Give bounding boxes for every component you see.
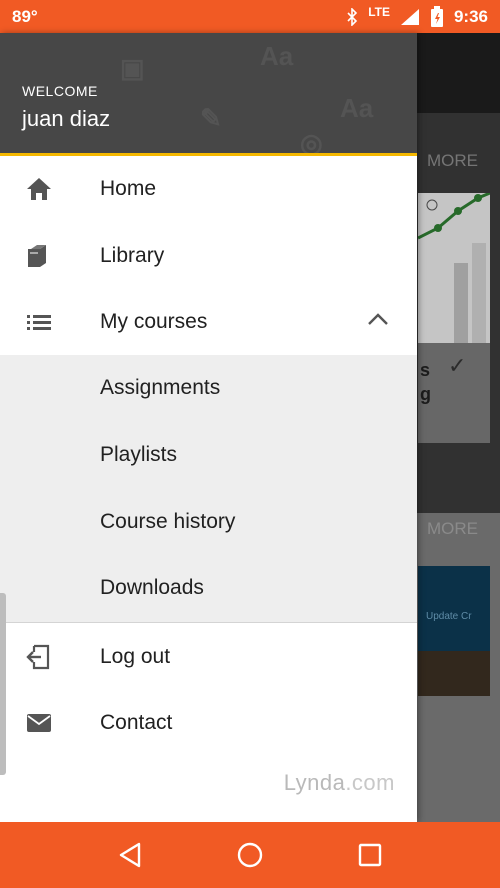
battery-icon — [430, 5, 444, 28]
submenu-label-downloads: Downloads — [100, 576, 204, 599]
submenu-item-downloads[interactable]: Downloads — [0, 555, 417, 621]
menu-label-log-out: Log out — [100, 645, 171, 668]
submenu-item-assignments[interactable]: Assignments — [0, 355, 417, 421]
lynda-logo: Lynda.com — [284, 770, 395, 796]
library-icon — [26, 243, 52, 269]
more-button-2[interactable]: MORE — [427, 519, 478, 539]
home-icon — [26, 176, 52, 202]
navigation-drawer: Aa Aa ▣ ✎ ◎ WELCOME juan diaz Home Libra… — [0, 33, 417, 822]
brand-name: Lynda — [283, 770, 346, 795]
submenu-label-course-history: Course history — [100, 510, 236, 533]
submenu-label-assignments: Assignments — [100, 376, 221, 399]
chevron-up-icon[interactable] — [367, 312, 389, 331]
menu-item-library[interactable]: Library — [0, 223, 417, 289]
home-circle-icon[interactable] — [230, 835, 270, 875]
logout-icon — [26, 644, 52, 670]
menu-label-my-courses: My courses — [100, 310, 208, 333]
menu-item-my-courses[interactable]: My courses — [0, 289, 417, 355]
user-name: juan diaz — [22, 106, 111, 131]
bluetooth-icon — [346, 7, 358, 26]
welcome-label: WELCOME — [22, 83, 98, 99]
drawer-header: Aa Aa ▣ ✎ ◎ WELCOME juan diaz — [0, 33, 417, 153]
clock: 9:36 — [453, 6, 488, 26]
status-bar: 89° LTE 9:36 — [0, 0, 500, 33]
menu-item-contact[interactable]: Contact — [0, 690, 417, 756]
temperature: 89° — [12, 6, 38, 26]
menu-item-log-out[interactable]: Log out — [0, 624, 417, 690]
mail-icon — [26, 710, 52, 736]
back-icon[interactable] — [110, 835, 150, 875]
submenu-label-playlists: Playlists — [100, 443, 178, 466]
submenu-item-course-history[interactable]: Course history — [0, 489, 417, 555]
menu-label-library: Library — [100, 244, 165, 267]
list-icon — [26, 309, 52, 335]
submenu-item-playlists[interactable]: Playlists — [0, 422, 417, 488]
menu-label-home: Home — [100, 177, 157, 200]
brand-domain: .com — [345, 770, 395, 795]
recents-icon[interactable] — [350, 835, 390, 875]
menu-label-contact: Contact — [100, 711, 173, 734]
divider — [0, 622, 417, 623]
drawer-edge-handle[interactable] — [0, 593, 6, 775]
my-courses-submenu: Assignments Playlists Course history Dow… — [0, 355, 417, 622]
system-nav-bar — [0, 822, 500, 888]
menu-item-home[interactable]: Home — [0, 156, 417, 222]
network-type: LTE — [368, 4, 390, 19]
signal-icon — [400, 8, 420, 26]
